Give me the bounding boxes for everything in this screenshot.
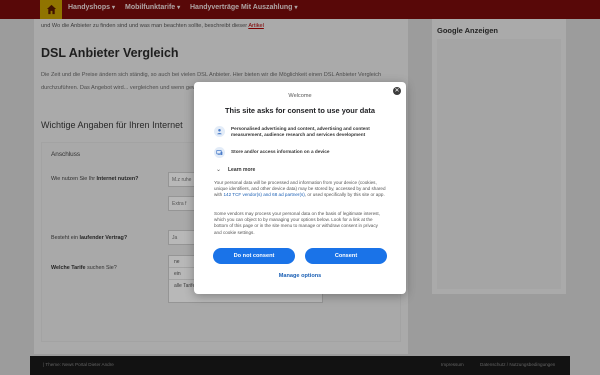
consent-body-2: Some vendors may process your personal d…: [214, 211, 380, 235]
consent-button[interactable]: Consent: [305, 248, 387, 264]
chevron-down-icon: ⌄: [216, 167, 222, 173]
do-not-consent-button[interactable]: Do not consent: [213, 248, 295, 264]
purpose-device-storage: Store and/or access information on a dev…: [214, 147, 383, 158]
learn-more-toggle[interactable]: ⌄ Learn more: [216, 166, 255, 174]
manage-options-link[interactable]: Manage options: [194, 273, 406, 279]
purpose-personalised-ads: Personalised advertising and content, ad…: [214, 126, 383, 138]
device-icon: [214, 147, 225, 158]
consent-body-1: Your personal data will be processed and…: [214, 180, 386, 198]
dialog-title: This site asks for consent to use your d…: [225, 106, 375, 115]
consent-dialog: ✕ Welcome This site asks for consent to …: [194, 82, 406, 294]
dialog-welcome: Welcome: [288, 93, 312, 99]
vendors-link[interactable]: 142 TCF vendor(s) and 68 ad partner(s): [223, 192, 304, 197]
person-icon: [214, 126, 225, 137]
